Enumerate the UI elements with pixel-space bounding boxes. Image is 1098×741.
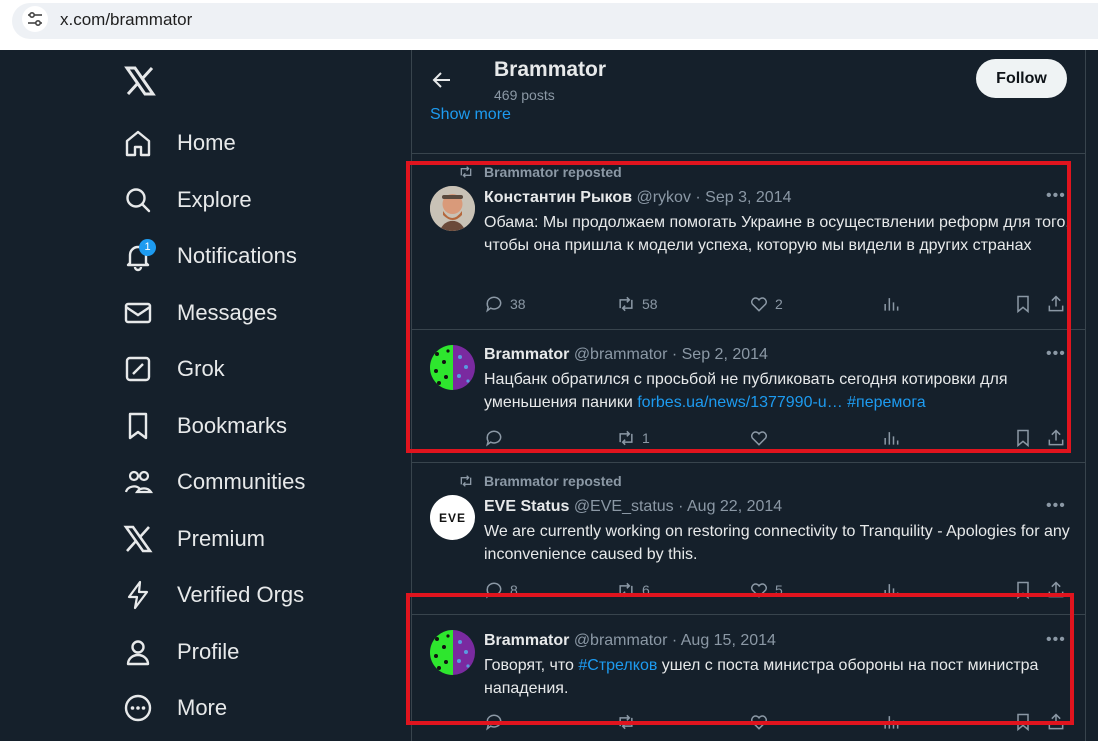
- sidebar-item-label: Explore: [177, 187, 252, 212]
- author-name[interactable]: EVE Status: [484, 498, 569, 515]
- highlight-box: [406, 161, 1071, 453]
- sidebar-item-home[interactable]: Home: [122, 123, 236, 163]
- communities-icon: [122, 466, 154, 498]
- repost-indicator: Brammator reposted: [458, 473, 622, 489]
- sidebar-item-messages[interactable]: Messages: [122, 293, 277, 333]
- browser-url-bar: x.com/brammator: [0, 0, 1098, 50]
- more-options-icon[interactable]: •••: [1046, 497, 1066, 515]
- notification-badge: 1: [139, 239, 156, 256]
- column-border-right: [1085, 50, 1086, 741]
- follow-button[interactable]: Follow: [976, 59, 1067, 98]
- more-circle-icon: [122, 692, 154, 724]
- sidebar-item-label: Home: [177, 130, 236, 155]
- eve-logo-text: EVE: [438, 510, 466, 525]
- sidebar-item-label: Verified Orgs: [177, 582, 305, 607]
- sidebar-item-label: More: [177, 695, 228, 720]
- repost-icon: [460, 475, 472, 487]
- sidebar-item-explore[interactable]: Explore: [122, 180, 252, 220]
- x-premium-icon: [122, 523, 154, 555]
- sidebar-item-label: Bookmarks: [177, 413, 288, 438]
- sidebar-item-premium[interactable]: Premium: [122, 519, 265, 559]
- profile-name: Brammator: [494, 58, 607, 81]
- sidebar-item-label: Profile: [177, 639, 240, 664]
- sidebar-item-label: Grok: [177, 356, 225, 381]
- sidebar-item-verified-orgs[interactable]: Verified Orgs: [122, 575, 304, 615]
- avatar[interactable]: EVE: [430, 495, 475, 540]
- x-logo-icon[interactable]: [124, 65, 156, 97]
- repost-label: Brammator reposted: [484, 473, 622, 489]
- sidebar-item-communities[interactable]: Communities: [122, 462, 305, 502]
- grok-icon: [122, 353, 154, 385]
- site-settings-icon[interactable]: [22, 6, 48, 32]
- tweet-header: EVE Status @EVE_status · Aug 22, 2014: [484, 498, 782, 516]
- divider: [411, 153, 1085, 154]
- sidebar-item-notifications[interactable]: 1 Notifications: [122, 236, 297, 276]
- sidebar-item-more[interactable]: More: [122, 688, 227, 728]
- sidebar-item-label: Messages: [177, 300, 278, 325]
- bookmark-icon: [122, 410, 154, 442]
- back-arrow-icon[interactable]: [430, 68, 454, 92]
- highlight-box: [406, 593, 1074, 725]
- search-icon: [122, 184, 154, 216]
- profile-icon: [122, 636, 154, 668]
- bell-icon: 1: [122, 239, 156, 272]
- sidebar-item-label: Premium: [177, 526, 266, 551]
- show-more-link[interactable]: Show more: [430, 106, 511, 124]
- url-text[interactable]: x.com/brammator: [60, 10, 192, 30]
- sidebar-item-label: Communities: [177, 469, 306, 494]
- post-count: 469 posts: [494, 87, 555, 103]
- tweet-text: We are currently working on restoring co…: [484, 523, 1070, 563]
- author-handle-date[interactable]: @EVE_status · Aug 22, 2014: [574, 498, 782, 515]
- divider: [411, 462, 1085, 463]
- home-icon: [122, 127, 154, 159]
- sidebar-item-bookmarks[interactable]: Bookmarks: [122, 406, 287, 446]
- lightning-icon: [122, 579, 154, 611]
- sidebar-item-label: Notifications: [177, 243, 297, 268]
- sidebar-item-grok[interactable]: Grok: [122, 349, 225, 389]
- envelope-icon: [122, 297, 154, 329]
- sidebar-item-profile[interactable]: Profile: [122, 632, 239, 672]
